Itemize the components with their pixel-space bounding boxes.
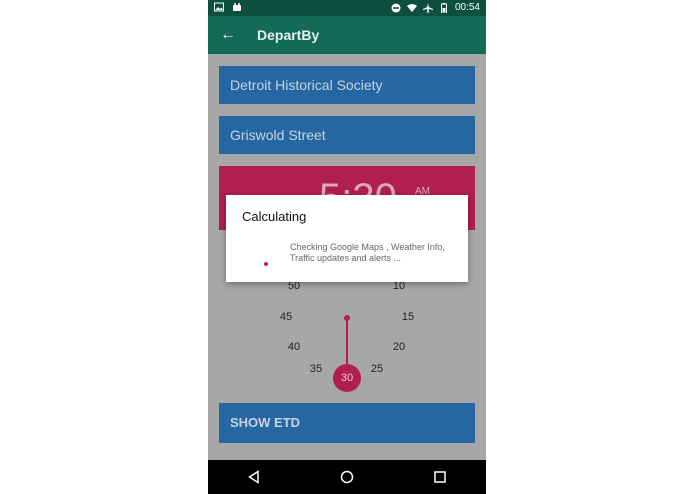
from-location-field[interactable]: Detroit Historical Society [219, 66, 475, 104]
image-notification-icon [214, 2, 224, 12]
show-etd-button[interactable]: SHOW ETD [219, 403, 475, 443]
dial-center-dot [344, 315, 350, 321]
dial-number[interactable]: 25 [371, 363, 383, 375]
dialog-title: Calculating [242, 209, 307, 224]
battery-icon [440, 2, 447, 13]
recents-square-icon [433, 471, 446, 483]
phone-screen: 00:54 ← DepartBy Detroit Historical Soci… [208, 0, 486, 494]
dial-number[interactable]: 15 [402, 311, 414, 323]
home-circle-icon [340, 470, 354, 484]
do-not-disturb-icon [391, 3, 401, 12]
recents-nav-button[interactable] [420, 465, 460, 489]
page-title: DepartBy [257, 27, 320, 43]
back-arrow-icon[interactable]: ← [220, 25, 236, 45]
dial-number[interactable]: 40 [288, 341, 300, 353]
airplane-mode-icon [422, 2, 433, 12]
status-time: 00:54 [454, 2, 480, 13]
wifi-icon [406, 3, 417, 12]
navigation-bar [208, 460, 486, 494]
android-notification-icon [233, 3, 241, 11]
back-nav-button[interactable] [234, 465, 274, 489]
dial-number[interactable]: 20 [393, 341, 405, 353]
to-location-field[interactable]: Griswold Street [219, 116, 475, 154]
dialog-message: Checking Google Maps , Weather Info, Tra… [290, 242, 445, 263]
progress-dialog: Calculating Checking Google Maps , Weath… [226, 195, 468, 282]
dial-selected-minute[interactable]: 30 [333, 364, 361, 392]
dial-number[interactable]: 45 [280, 311, 292, 323]
progress-spinner-icon [264, 262, 268, 266]
status-bar: 00:54 [208, 0, 486, 16]
back-triangle-icon [248, 470, 260, 484]
dial-number[interactable]: 35 [310, 363, 322, 375]
home-nav-button[interactable] [327, 465, 367, 489]
app-bar: ← DepartBy [208, 16, 486, 54]
